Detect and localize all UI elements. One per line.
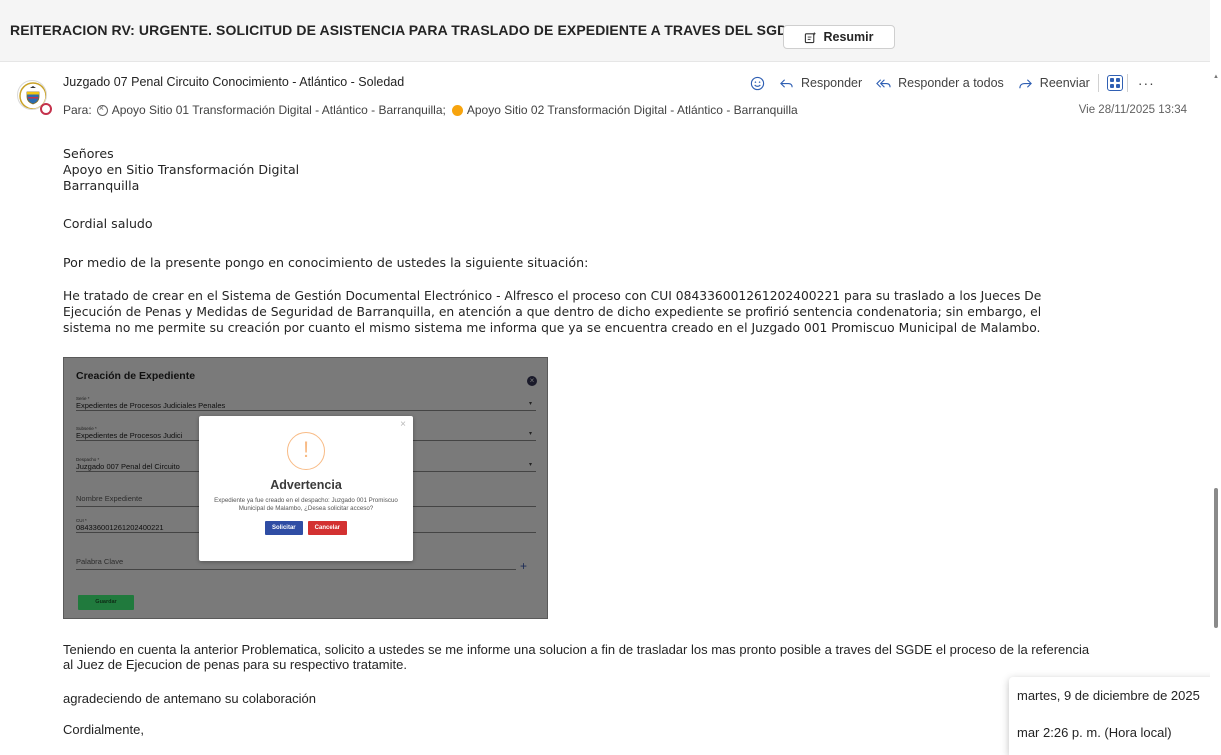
message-date[interactable]: Vie 28/11/2025 13:34 [1079,104,1187,116]
recipient-2[interactable]: Apoyo Sitio 02 Transformación Digital - … [467,103,798,117]
embedded-close-icon: × [527,376,537,386]
forward-button[interactable]: Reenviar [1018,76,1090,91]
apps-grid-icon[interactable] [1106,75,1123,91]
embedded-dialog-title: Advertencia [270,478,342,492]
embedded-save-button: Guardar [78,595,134,610]
forward-label: Reenviar [1039,76,1090,90]
summarize-button[interactable]: Resumir [783,25,895,49]
paragraph-line: sistema no me permite su creación por cu… [63,321,1041,335]
date-tooltip: martes, 9 de diciembre de 2025 mar 2:26 … [1009,677,1221,755]
greeting-line: Apoyo en Sitio Transformación Digital [63,162,300,177]
vertical-scrollbar[interactable]: ▲ [1210,62,1221,755]
summarize-icon [805,31,817,43]
paragraph-2: Teniendo en cuenta la anterior Problemat… [63,642,1089,672]
paragraph-line: He tratado de crear en el Sistema de Ges… [63,289,1042,303]
embedded-dialog-close-icon: × [400,419,406,430]
paragraph-line: Ejecución de Penas y Medidas de Segurida… [63,305,1042,319]
warning-icon: ! [287,432,325,470]
paragraph-1: He tratado de crear en el Sistema de Ges… [63,288,1041,336]
intro-text: Por medio de la presente pongo en conoci… [63,255,589,270]
forward-icon [1019,78,1032,88]
thanks-text: agradeciendo de antemano su colaboración [63,691,316,706]
embedded-plus-icon: + [520,559,528,573]
embedded-cancel-button: Cancelar [307,521,348,535]
embedded-field-value: Expedientes de Procesos Judiciales Penal… [76,401,226,410]
embedded-dialog-buttons: Solicitar Cancelar [199,521,413,535]
reply-icon [780,78,793,88]
summarize-label: Resumir [823,30,874,44]
paragraph-line: Teniendo en cuenta la anterior Problemat… [63,642,1090,657]
reply-all-button[interactable]: Responder a todos [876,76,1004,91]
reply-button[interactable]: Responder [779,76,862,91]
greeting-line: Señores [63,146,114,161]
actions-divider [1097,74,1099,92]
paragraph-line: al Juez de Ejecucion de penas para su re… [63,657,407,672]
embedded-form-title: Creación de Expediente [76,370,196,382]
smiley-icon [750,76,765,90]
embedded-confirm-button: Solicitar [264,521,303,535]
subject-bar: REITERACION RV: URGENTE. SOLICITUD DE AS… [0,0,1210,62]
to-label: Para: [63,103,92,117]
sender-name[interactable]: Juzgado 07 Penal Circuito Conocimiento -… [63,75,404,89]
scroll-up-icon[interactable]: ▲ [1213,74,1219,80]
tooltip-date: martes, 9 de diciembre de 2025 [1017,688,1200,703]
embedded-chevron-down-icon: ▾ [528,462,532,468]
embedded-chevron-down-icon: ▾ [528,401,532,407]
greeting-line: Barranquilla [63,178,140,193]
emoji-button[interactable] [750,76,765,91]
embedded-screenshot[interactable]: Creación de Expediente × Serie * Expedie… [63,357,548,619]
recipients-line: Para: Apoyo Sitio 01 Transformación Digi… [63,103,798,118]
presence-offline-icon [40,103,52,115]
closing-text: Cordialmente, [63,722,144,737]
embedded-warning-dialog: × ! Advertencia Expediente ya fue creado… [199,416,413,561]
embedded-field: Serie * Expedientes de Procesos Judicial… [76,396,536,411]
recipient-1[interactable]: Apoyo Sitio 01 Transformación Digital - … [112,103,446,117]
presence-unknown-icon [96,103,108,116]
reply-all-label: Responder a todos [898,76,1004,90]
message-actions: Responder Responder a todos Reenviar ··· [750,73,1155,93]
reply-label: Responder [801,76,863,90]
greeting-block: Señores Apoyo en Sitio Transformación Di… [63,146,299,194]
scrollbar-thumb[interactable] [1214,488,1218,628]
presence-away-icon [451,104,463,116]
salute-text: Cordial saludo [63,216,153,231]
actions-divider [1126,74,1128,92]
embedded-chevron-down-icon: ▾ [528,431,532,437]
reply-all-icon [876,78,891,88]
email-subject: REITERACION RV: URGENTE. SOLICITUD DE AS… [10,22,797,38]
embedded-dialog-message: Expediente ya fue creado en el despacho:… [214,497,398,512]
more-options-button[interactable]: ··· [1138,75,1155,91]
tooltip-time: mar 2:26 p. m. (Hora local) [1017,725,1172,740]
